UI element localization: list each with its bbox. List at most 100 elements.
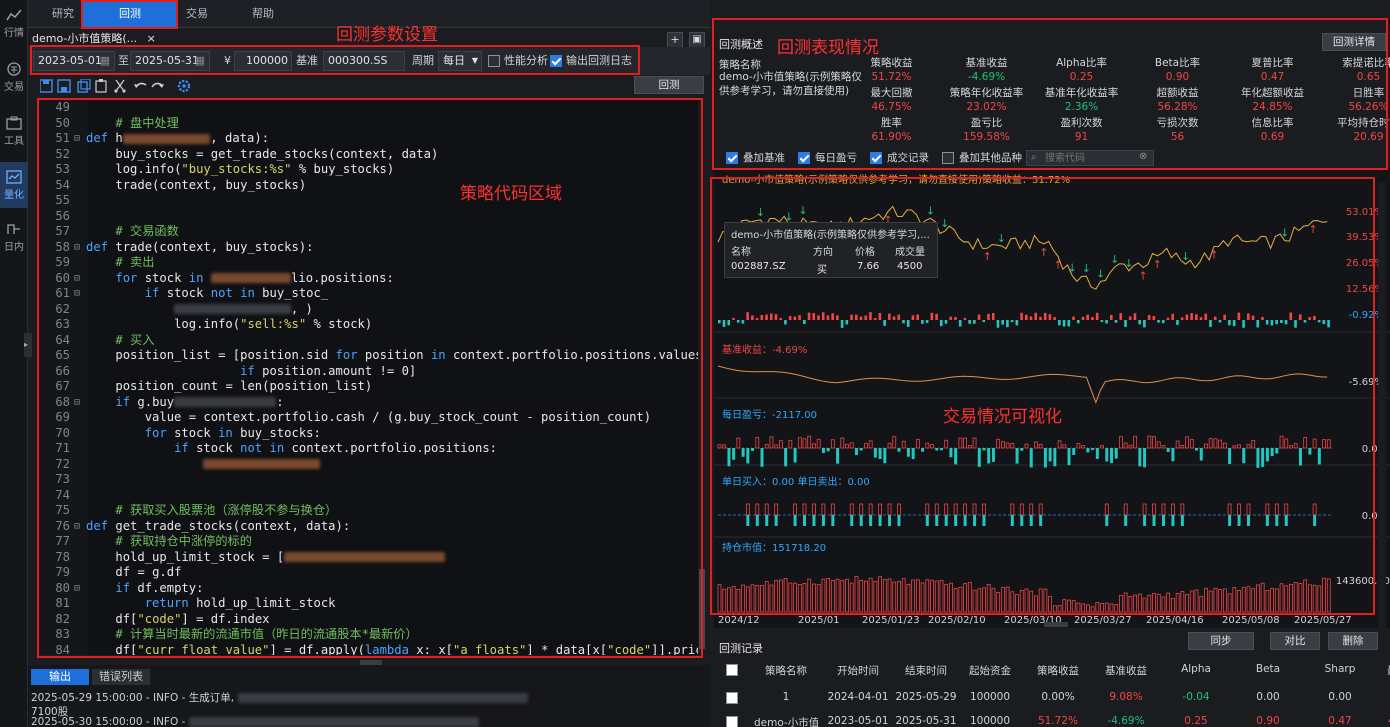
sell-marker-icon[interactable]: ↓ [798,204,807,217]
sell-marker-icon[interactable]: ↓ [1124,257,1133,270]
period-select[interactable]: 每日 ▼ [438,51,482,71]
code-text: if stock not in buy_stoc_ [144,286,329,300]
splitter-handle[interactable] [1044,622,1068,627]
fold-icon[interactable]: ⊟ [74,286,80,302]
column-header[interactable]: 开始时间 [826,663,890,678]
sell-marker-icon[interactable]: ↓ [926,204,935,217]
column-header[interactable]: Sharp [1308,663,1372,675]
search-input[interactable] [1045,151,1135,165]
buy-marker-icon[interactable]: ↑ [1053,258,1062,271]
code-text: # 交易函数 [86,224,179,238]
column-header[interactable]: Alpha [1164,663,1228,675]
sync-button[interactable]: 同步 [1188,632,1254,650]
code-line: 50 # 盘中处理 [38,116,698,132]
candle-bar [977,314,981,320]
buy-marker-icon[interactable]: ↑ [1209,249,1218,262]
file-tab[interactable]: demo-小市值策略(... × [32,31,156,47]
option-checkbox[interactable] [726,152,738,164]
row-checkbox[interactable] [726,692,738,704]
option-checkbox[interactable] [798,152,810,164]
pnl-bar [1166,448,1170,452]
scroll-thumb[interactable] [699,569,705,649]
collapse-handle[interactable]: ▸ [24,333,32,357]
chart-scrollbar[interactable] [1378,182,1386,628]
buy-marker-icon[interactable]: ↑ [1039,246,1048,259]
nav-item-tools[interactable]: 工具 [0,116,28,152]
option-checkbox[interactable] [942,152,954,164]
column-header[interactable]: 策略收益 [1026,663,1090,678]
tab-error-list[interactable]: 错误列表 [92,669,150,685]
tab-trade[interactable]: 交易 [168,0,226,28]
tab-research[interactable]: 研究 [38,0,88,28]
pnl-bar [1015,448,1019,464]
row-checkbox[interactable] [726,716,738,727]
pnl-bar [779,440,783,449]
clear-icon[interactable]: ⊗ [1139,151,1147,162]
capital-input[interactable]: 100000 [234,51,292,71]
sell-marker-icon[interactable]: ↓ [1096,267,1105,280]
end-date-input[interactable]: 2025-05-31 ▦ [130,51,210,71]
buy-marker-icon[interactable]: ↑ [1138,269,1147,282]
column-header[interactable]: 策略名称 [754,663,818,678]
sell-marker-icon[interactable]: ↓ [997,232,1006,245]
nav-item-intraday[interactable]: 日内 [0,222,28,258]
backtest-detail-button[interactable]: 回测详情 [1322,33,1386,51]
buy-marker-icon[interactable]: ↑ [983,250,992,263]
pnl-bar [972,437,977,449]
column-header[interactable]: 结束时间 [894,663,958,678]
sell-marker-icon[interactable]: ↓ [1181,250,1190,263]
perf-analysis-checkbox[interactable] [488,55,500,67]
delete-button[interactable]: 删除 [1328,632,1378,650]
table-row[interactable]: 1 2024-04-01 2025-05-29 100000 0.00% 9.08% -0.… [714,688,1390,708]
code-text: # 买入 [86,332,155,347]
code-line: 66 if position.amount != 0] [38,364,698,380]
sell-marker-icon[interactable]: ↓ [1082,262,1091,275]
nav-item-trade[interactable]: 交易 [0,62,28,98]
code-line: 80 ⊟ if df.empty: [38,581,698,597]
sell-marker-icon[interactable]: ↓ [1068,262,1077,275]
search-box[interactable]: ⌕ ⊗ [1026,150,1154,166]
nav-item-market[interactable]: 行情 [0,8,28,44]
candle-bar [906,320,910,327]
maximize-button[interactable]: ▣ [689,32,705,48]
add-tab-button[interactable]: + [667,32,683,48]
fold-icon[interactable]: ⊟ [74,271,80,287]
compare-button[interactable]: 对比 [1270,632,1320,650]
redacted-text [122,133,211,144]
tab-backtest[interactable]: 回测 [82,0,178,28]
sell-marker-icon[interactable]: ↓ [1280,227,1289,240]
select-all-checkbox[interactable] [726,664,738,676]
code-editor[interactable]: 49 50 # 盘中处理 51 ⊟ def h, data): 52 buy_stocks… [38,99,698,655]
table-row[interactable]: demo-小市值... 2023-05-01 2025-05-31 100000 51.… [714,712,1390,727]
candle-bar [1062,320,1066,327]
nav-item-quant[interactable]: 量化 [0,162,28,208]
buy-marker-icon[interactable]: ↑ [1308,223,1317,236]
tab-output[interactable]: 输出 [31,669,89,685]
close-icon[interactable]: × [147,32,156,45]
tab-help[interactable]: 帮助 [230,0,296,28]
option-checkbox[interactable] [870,152,882,164]
buy-bar [1265,503,1270,516]
benchmark-input[interactable]: 000300.SS [323,51,405,71]
output-log-checkbox[interactable] [550,55,562,67]
metric-value: 0.90 [1165,71,1190,83]
column-header[interactable]: 起始资金 [958,663,1022,678]
sell-bar [1275,515,1279,526]
tooltip-cell: 买 [817,265,827,276]
start-date-input[interactable]: 2023-05-01 ▦ [33,51,115,71]
sell-marker-icon[interactable]: ↓ [756,206,765,219]
sell-marker-icon[interactable]: ↓ [940,217,949,230]
fold-icon[interactable]: ⊟ [74,131,80,147]
fold-icon[interactable]: ⊟ [74,581,80,597]
column-header[interactable]: 基准收益 [1094,663,1158,678]
sell-marker-icon[interactable]: ↓ [1110,253,1119,266]
buy-marker-icon[interactable]: ↑ [1153,258,1162,271]
column-header[interactable]: 最大回撤 [1376,663,1390,678]
editor-scrollbar[interactable] [698,99,706,655]
buy-bar [849,503,854,516]
run-backtest-button[interactable]: 回测 [634,76,704,94]
fold-icon[interactable]: ⊟ [74,240,80,256]
column-header[interactable]: Beta [1236,663,1300,675]
fold-icon[interactable]: ⊟ [74,519,80,535]
fold-icon[interactable]: ⊟ [74,395,80,411]
